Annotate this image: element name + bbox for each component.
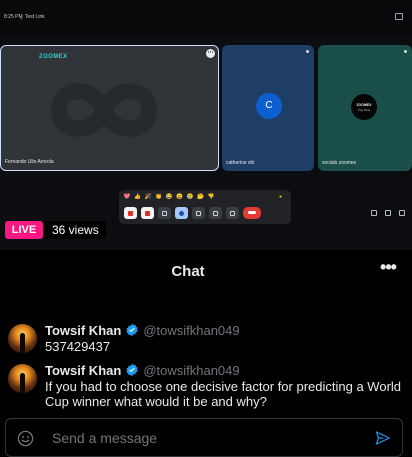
- meeting-time: 8:25 PM: [4, 14, 23, 20]
- reaction-button[interactable]: 🎉: [144, 194, 152, 200]
- view-count: 36 views: [43, 221, 106, 239]
- avatar-logo-subtext: Pay Now: [357, 108, 370, 112]
- avatar[interactable]: [8, 324, 37, 353]
- stream-video[interactable]: 8:25 PM Test Link ZOOMEX ⋯ Fernando Ulio…: [0, 0, 412, 250]
- message-meta: Towsif Khan @towsifkhan049: [45, 322, 240, 338]
- phone-hangup-icon: [248, 211, 256, 214]
- chat-title: Chat: [171, 263, 205, 280]
- present-button[interactable]: [192, 207, 205, 219]
- participant-avatar: C: [256, 93, 282, 119]
- send-icon[interactable]: [374, 430, 391, 446]
- live-badge: LIVE: [5, 221, 43, 239]
- raise-hand-button[interactable]: [209, 207, 222, 219]
- camera-off-icon: [145, 210, 150, 216]
- participant-avatar: ZOOMEX Pay Now: [351, 94, 377, 120]
- more-options-icon[interactable]: ⋯: [206, 49, 215, 58]
- mic-muted-icon: [404, 50, 407, 53]
- message-text: If you had to choose one decisive factor…: [45, 379, 402, 409]
- smiley-icon[interactable]: [17, 430, 34, 447]
- control-buttons: [124, 207, 261, 219]
- avatar-logo-text: ZOOMEX: [356, 103, 372, 107]
- message-text: 537429437: [45, 339, 111, 354]
- divider: [21, 14, 22, 20]
- avatar-figure: [20, 373, 25, 393]
- emoji-icon: [179, 210, 184, 216]
- mic-toggle-button[interactable]: [124, 207, 137, 219]
- user-handle[interactable]: @towsifkhan049: [143, 323, 239, 338]
- reaction-indicator-icon: ●: [279, 194, 283, 200]
- captions-icon: [162, 210, 167, 216]
- captions-button[interactable]: [158, 207, 171, 219]
- camera-toggle-button[interactable]: [141, 207, 154, 219]
- more-vertical-icon: [230, 210, 235, 216]
- reaction-button[interactable]: 😢: [186, 194, 194, 200]
- mic-muted-icon: [306, 50, 309, 53]
- verified-badge-icon: [126, 363, 138, 377]
- reaction-bar: 💖 👍 🎉 👏 😂 😮 😢 🤔 👎: [123, 194, 215, 200]
- user-handle[interactable]: @towsifkhan049: [143, 363, 239, 378]
- participant-name: socials zoomex: [322, 160, 357, 166]
- present-icon: [196, 210, 201, 216]
- participant-name: Fernando Ulio Arreola: [5, 159, 54, 165]
- reaction-button[interactable]: 😂: [165, 194, 173, 200]
- participant-tile-main: ZOOMEX ⋯ Fernando Ulio Arreola: [0, 45, 219, 171]
- reaction-button[interactable]: 🤔: [197, 194, 205, 200]
- chat-header: Chat •••: [0, 250, 412, 290]
- message-input[interactable]: [52, 427, 352, 449]
- avatar[interactable]: [8, 364, 37, 393]
- mic-off-icon: [128, 210, 133, 216]
- meeting-top-bar: 8:25 PM Test Link: [0, 0, 412, 34]
- avatar-figure: [20, 333, 25, 353]
- message-composer: [5, 418, 403, 457]
- verified-badge-icon: [126, 323, 138, 337]
- reaction-button[interactable]: 👏: [155, 194, 163, 200]
- participant-tile: C catherine shi: [222, 45, 314, 171]
- window-icon: [395, 13, 403, 20]
- meeting-controls: 💖 👍 🎉 👏 😂 😮 😢 🤔 👎: [119, 190, 291, 224]
- participant-name: catherine shi: [226, 160, 255, 166]
- reaction-button[interactable]: 👎: [207, 194, 215, 200]
- reaction-button[interactable]: 😮: [176, 194, 184, 200]
- activities-icon[interactable]: [399, 210, 405, 216]
- brand-watermark-icon: [50, 83, 158, 137]
- user-name[interactable]: Towsif Khan: [45, 323, 121, 338]
- people-icon[interactable]: [385, 210, 391, 216]
- hand-icon: [213, 210, 218, 216]
- end-call-button[interactable]: [243, 207, 261, 219]
- more-options-button[interactable]: [226, 207, 239, 219]
- message-meta: Towsif Khan @towsifkhan049: [45, 362, 240, 378]
- more-horizontal-icon[interactable]: •••: [374, 258, 402, 278]
- reaction-button[interactable]: 💖: [123, 194, 131, 200]
- participant-tile: ZOOMEX Pay Now socials zoomex: [318, 45, 412, 171]
- info-icon[interactable]: [371, 210, 377, 216]
- meeting-link-label: Test Link: [25, 14, 45, 20]
- meeting-side-controls: [371, 210, 405, 216]
- emoji-button[interactable]: [175, 207, 188, 219]
- reaction-button[interactable]: 👍: [134, 194, 142, 200]
- brand-logo: ZOOMEX: [39, 54, 68, 60]
- user-name[interactable]: Towsif Khan: [45, 363, 121, 378]
